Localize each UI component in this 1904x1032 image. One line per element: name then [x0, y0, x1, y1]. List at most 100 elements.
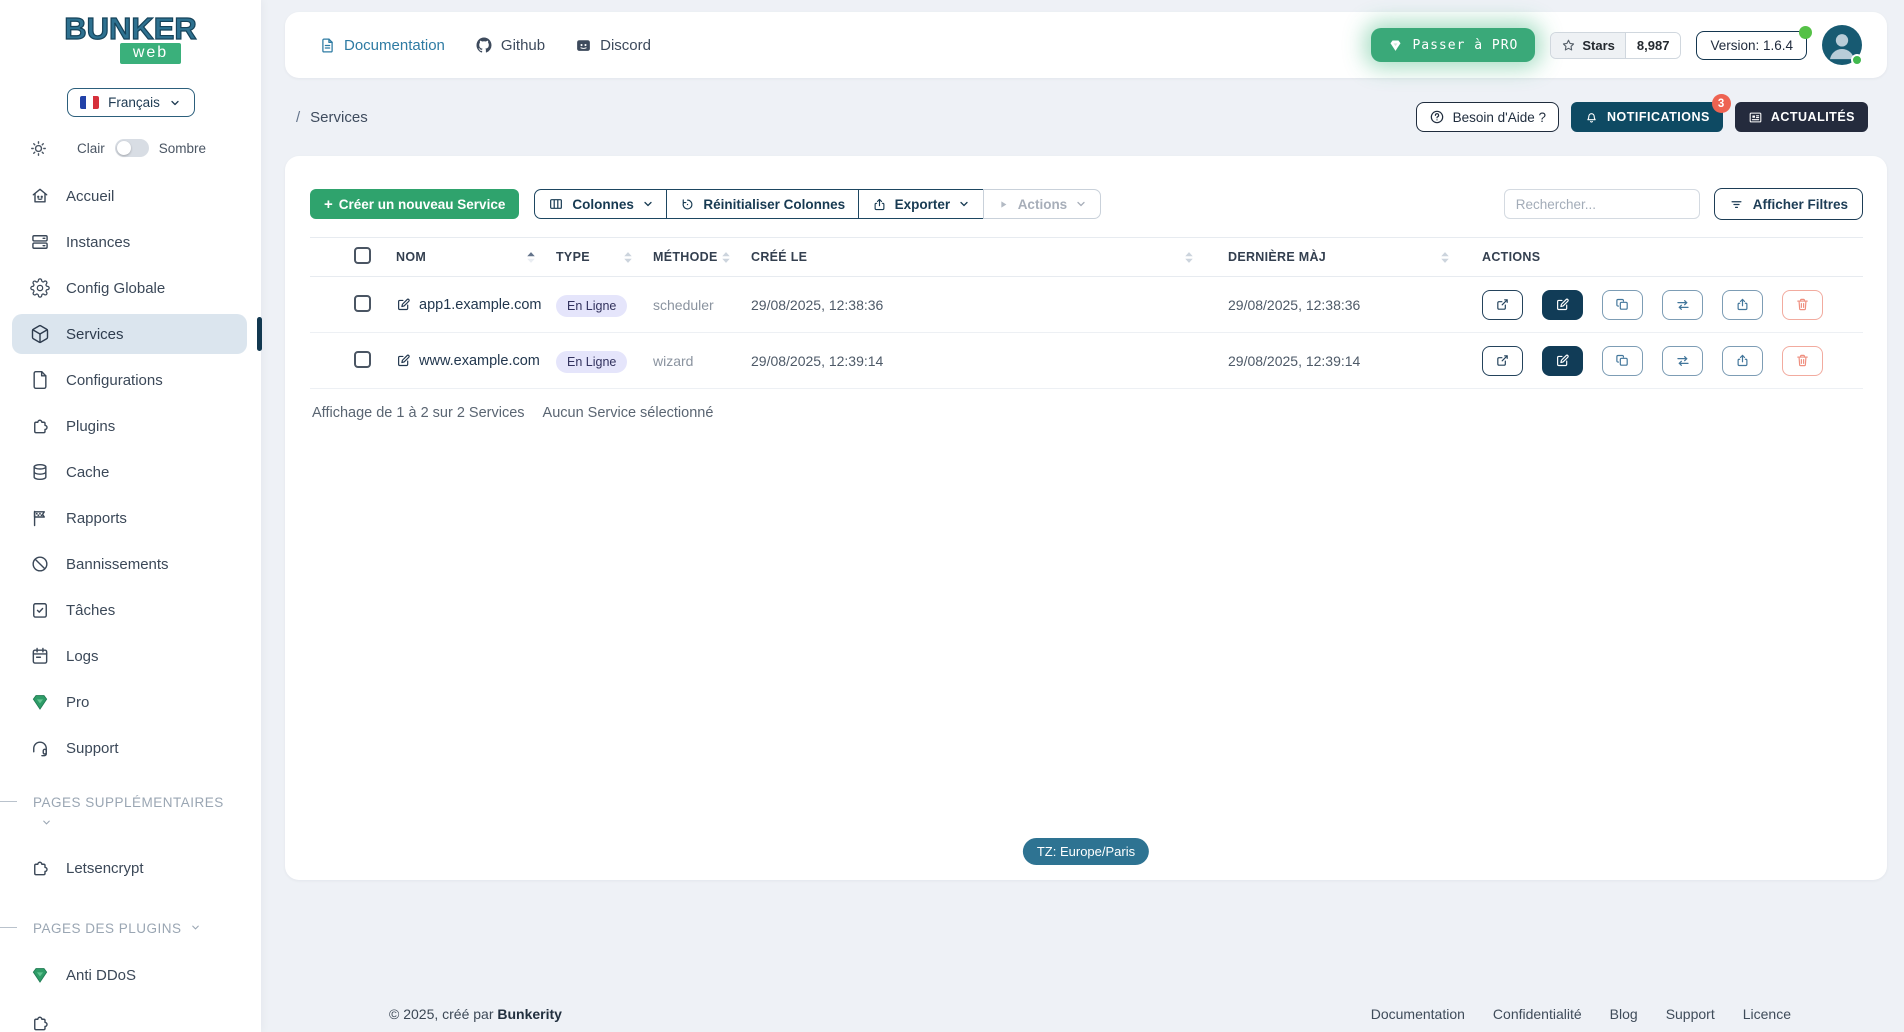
edit-service-button[interactable]: [1542, 346, 1583, 376]
open-service-button[interactable]: [1482, 290, 1523, 320]
delete-service-button[interactable]: [1782, 290, 1823, 320]
sidebar-item-services[interactable]: Services: [12, 314, 247, 354]
sidebar-item-accueil[interactable]: Accueil: [12, 176, 247, 216]
service-created: 29/08/2025, 12:38:36: [751, 297, 1228, 313]
row-checkbox[interactable]: [354, 295, 371, 312]
puzzle-icon: [30, 858, 50, 878]
sort-icon[interactable]: [623, 251, 633, 264]
stars-label: Stars: [1582, 38, 1615, 53]
sidebar-item-label: Support: [66, 740, 119, 757]
notifications-button[interactable]: NOTIFICATIONS 3: [1571, 102, 1723, 132]
services-card: + Créer un nouveau Service Colonnes Réin…: [285, 156, 1887, 880]
section-pages-supplementaires[interactable]: PAGES SUPPLÉMENTAIRES: [33, 792, 228, 834]
chevron-down-icon: [1075, 198, 1087, 210]
column-header-methode[interactable]: MÉTHODE: [653, 250, 751, 264]
help-button[interactable]: Besoin d'Aide ?: [1416, 102, 1559, 132]
sidebar-item-taches[interactable]: Tâches: [12, 590, 247, 630]
sort-icon[interactable]: [721, 251, 731, 264]
avatar[interactable]: [1822, 25, 1862, 65]
chevron-down-icon: [190, 918, 201, 939]
sidebar-item-label: Plugins: [66, 418, 115, 435]
sidebar-item-configurations[interactable]: Configurations: [12, 360, 247, 400]
main-content: Documentation Github Discord Passer à PR…: [261, 0, 1904, 1032]
reset-columns-button[interactable]: Réinitialiser Colonnes: [666, 189, 859, 219]
sidebar-item-anti-ddos[interactable]: Anti DDoS: [12, 955, 247, 995]
company-link[interactable]: Bunkerity: [497, 1006, 562, 1022]
search-input[interactable]: [1504, 189, 1700, 219]
column-header-derniere-maj[interactable]: DERNIÈRE MÀJ: [1228, 250, 1482, 264]
open-service-button[interactable]: [1482, 346, 1523, 376]
edit-service-button[interactable]: [1542, 290, 1583, 320]
footer-link-support[interactable]: Support: [1666, 1006, 1715, 1022]
language-selector[interactable]: Français: [67, 88, 195, 117]
question-circle-icon: [1429, 109, 1445, 125]
github-label: Github: [501, 37, 545, 54]
discord-label: Discord: [600, 37, 651, 54]
transfer-icon: [1675, 353, 1691, 369]
table-status-bar: Affichage de 1 à 2 sur 2 Services Aucun …: [310, 389, 1863, 421]
sort-icon[interactable]: [1184, 251, 1194, 264]
copy-icon: [1615, 297, 1630, 312]
github-link[interactable]: Github: [475, 36, 545, 54]
reset-icon: [680, 197, 695, 212]
create-service-label: Créer un nouveau Service: [339, 197, 506, 212]
column-header-cree-le[interactable]: CRÉÉ LE: [751, 250, 1228, 264]
section-pages-des-plugins[interactable]: PAGES DES PLUGINS: [33, 918, 228, 939]
notifications-count-badge: 3: [1712, 94, 1731, 113]
clone-service-button[interactable]: [1602, 290, 1643, 320]
sidebar-item-instances[interactable]: Instances: [12, 222, 247, 262]
footer-link-blog[interactable]: Blog: [1610, 1006, 1638, 1022]
sun-icon: [30, 140, 47, 157]
columns-label: Colonnes: [572, 197, 634, 212]
sidebar-item-config-globale[interactable]: Config Globale: [12, 268, 247, 308]
github-stars-widget[interactable]: Stars 8,987: [1550, 32, 1681, 59]
sidebar-item-pro[interactable]: Pro: [12, 682, 247, 722]
breadcrumb-separator: /: [296, 109, 300, 126]
create-service-button[interactable]: + Créer un nouveau Service: [310, 189, 519, 219]
footer-link-confidentialite[interactable]: Confidentialité: [1493, 1006, 1582, 1022]
sidebar-item-partial[interactable]: [12, 1003, 247, 1032]
sidebar-item-support[interactable]: Support: [12, 728, 247, 768]
sidebar-item-cache[interactable]: Cache: [12, 452, 247, 492]
service-updated: 29/08/2025, 12:38:36: [1228, 297, 1482, 313]
footer-link-documentation[interactable]: Documentation: [1371, 1006, 1465, 1022]
documentation-link[interactable]: Documentation: [319, 37, 445, 54]
discord-link[interactable]: Discord: [575, 37, 651, 54]
column-header-nom[interactable]: NOM: [396, 250, 556, 264]
service-method: wizard: [653, 353, 751, 369]
convert-service-button[interactable]: [1662, 346, 1703, 376]
row-checkbox[interactable]: [354, 351, 371, 368]
flag-icon: [30, 508, 50, 528]
actions-dropdown[interactable]: Actions: [983, 189, 1102, 219]
show-filters-button[interactable]: Afficher Filtres: [1714, 188, 1863, 220]
sidebar-item-logs[interactable]: Logs: [12, 636, 247, 676]
service-name-link[interactable]: www.example.com: [396, 353, 556, 369]
select-all-checkbox[interactable]: [354, 247, 371, 264]
sort-icon[interactable]: [526, 251, 536, 264]
sidebar-item-rapports[interactable]: Rapports: [12, 498, 247, 538]
column-header-type[interactable]: TYPE: [556, 250, 653, 264]
export-service-button[interactable]: [1722, 290, 1763, 320]
sidebar-item-plugins[interactable]: Plugins: [12, 406, 247, 446]
export-service-button[interactable]: [1722, 346, 1763, 376]
service-name-link[interactable]: app1.example.com: [396, 297, 556, 313]
news-button[interactable]: ACTUALITÉS: [1735, 102, 1868, 132]
footer-link-licence[interactable]: Licence: [1743, 1006, 1791, 1022]
export-dropdown[interactable]: Exporter: [858, 189, 985, 219]
sidebar-item-bannissements[interactable]: Bannissements: [12, 544, 247, 584]
edit-icon: [396, 297, 411, 312]
topbar: Documentation Github Discord Passer à PR…: [285, 12, 1887, 78]
table-row: app1.example.com En Ligne scheduler 29/0…: [310, 277, 1863, 333]
columns-dropdown[interactable]: Colonnes: [534, 189, 668, 219]
sidebar-item-letsencrypt[interactable]: Letsencrypt: [12, 848, 247, 888]
convert-service-button[interactable]: [1662, 290, 1703, 320]
services-table: NOM TYPE MÉTHODE CRÉÉ LE: [310, 237, 1863, 389]
theme-toggle[interactable]: [115, 139, 149, 157]
sort-icon[interactable]: [1440, 251, 1450, 264]
file-icon: [30, 370, 50, 390]
pagination-summary: Affichage de 1 à 2 sur 2 Services: [312, 405, 525, 421]
clone-service-button[interactable]: [1602, 346, 1643, 376]
delete-service-button[interactable]: [1782, 346, 1823, 376]
cube-icon: [30, 324, 50, 344]
upgrade-pro-button[interactable]: Passer à PRO: [1371, 28, 1535, 62]
